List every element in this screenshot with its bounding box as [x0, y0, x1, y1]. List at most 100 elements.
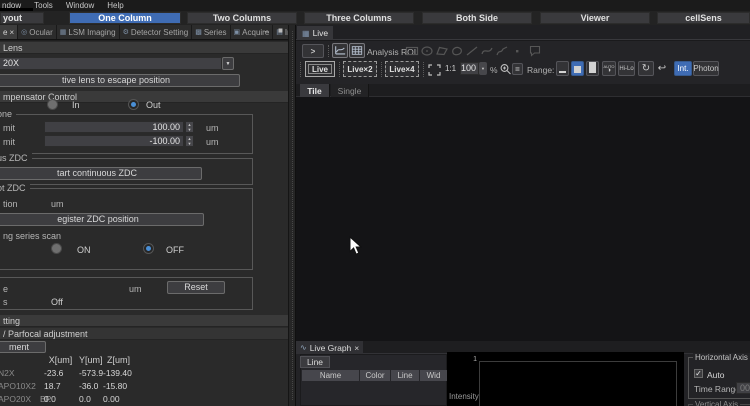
- column-header-name[interactable]: Name: [302, 370, 359, 381]
- layout-button-one-column[interactable]: One Column: [69, 12, 181, 24]
- oneshot-zdc-legend: ot ZDC: [0, 183, 30, 194]
- play-button[interactable]: >: [302, 44, 324, 58]
- tab-tile[interactable]: Tile: [300, 84, 330, 97]
- histogram-refresh-icon[interactable]: ↻: [638, 61, 654, 76]
- spin-down-icon[interactable]: ▼: [188, 127, 192, 132]
- range-low-button[interactable]: [556, 61, 569, 76]
- x-value: 0.0: [44, 394, 77, 404]
- lens-name: APO10X2: [0, 381, 36, 391]
- zoom-dropdown-icon[interactable]: ▼: [479, 62, 487, 75]
- tab-line[interactable]: Line: [300, 356, 330, 368]
- menu-item-window[interactable]: Window: [66, 1, 94, 10]
- menu-item-tools[interactable]: Tools: [34, 1, 53, 10]
- upper-limit-spinner[interactable]: ▲▼: [185, 121, 194, 133]
- panel-dock-icon[interactable]: ◼: [278, 27, 283, 34]
- live-tab-label: Live: [313, 28, 329, 38]
- roi-polyline-icon[interactable]: [495, 44, 509, 57]
- live-x4-button[interactable]: Live×4: [385, 61, 419, 77]
- tab-series[interactable]: ▩ Series: [192, 25, 230, 39]
- toolbar-grip[interactable]: [381, 62, 382, 77]
- register-zdc-position-button[interactable]: egister ZDC position: [0, 213, 204, 226]
- toolbar-grip[interactable]: [339, 62, 340, 77]
- live-image-canvas[interactable]: [296, 97, 750, 341]
- roi-freehand-icon[interactable]: [450, 44, 464, 57]
- upper-limit-unit: um: [206, 123, 219, 133]
- y-value: -36.0: [79, 381, 102, 391]
- ocular-icon: ◎: [21, 28, 27, 36]
- zoom-value-input[interactable]: 100: [460, 62, 479, 75]
- layout-button-cellsens[interactable]: cellSens: [657, 12, 750, 24]
- toolbar-grip[interactable]: [328, 45, 329, 57]
- lower-limit-spinner[interactable]: ▲▼: [185, 135, 194, 147]
- tab-series-label: Series: [204, 28, 227, 37]
- lens-dropdown-arrow-icon[interactable]: ▼: [222, 57, 234, 70]
- chart-tool-button[interactable]: [332, 43, 348, 58]
- undo-icon[interactable]: ↩: [656, 61, 668, 76]
- lens-dropdown[interactable]: 20X: [0, 57, 222, 70]
- gear-icon: ⚙: [123, 28, 129, 36]
- range-high-button[interactable]: [586, 61, 599, 76]
- layout-button-two-columns[interactable]: Two Columns: [187, 12, 297, 24]
- live-graph-close-icon[interactable]: ×: [354, 343, 359, 353]
- roi-point-icon[interactable]: [510, 44, 524, 57]
- one-to-one-button[interactable]: 1:1: [443, 62, 458, 75]
- roi-ellipse-icon[interactable]: [420, 44, 434, 57]
- intensity-mode-button[interactable]: Int.: [674, 61, 692, 76]
- column-header-line[interactable]: Line: [391, 370, 419, 381]
- layout-button-layout[interactable]: yout: [0, 12, 44, 24]
- tab-ocular[interactable]: ◎ Ocular: [18, 25, 57, 39]
- tab-live-graph[interactable]: ∿ Live Graph ×: [296, 341, 363, 354]
- reset-button[interactable]: Reset: [167, 281, 225, 294]
- roi-label-icon[interactable]: [528, 44, 542, 57]
- series-scan-label: ng series scan: [3, 231, 61, 241]
- layout-button-both-side[interactable]: Both Side: [422, 12, 532, 24]
- photon-mode-button[interactable]: Photon: [693, 61, 719, 76]
- spin-down-icon[interactable]: ▼: [188, 141, 192, 146]
- live-graph-panel: ∿ Live Graph × Line Name Color Line Wid …: [296, 341, 750, 406]
- tab-single[interactable]: Single: [331, 84, 369, 97]
- layout-button-three-columns[interactable]: Three Columns: [304, 12, 414, 24]
- live-button[interactable]: Live: [305, 61, 335, 77]
- range-mid-button[interactable]: [571, 61, 584, 76]
- menu-item-help[interactable]: Help: [107, 1, 123, 10]
- tab-live[interactable]: ▦ Live: [297, 26, 333, 40]
- panel-collapse-icon[interactable]: −: [264, 27, 269, 36]
- radio-in[interactable]: [47, 99, 58, 110]
- radio-off[interactable]: [143, 243, 154, 254]
- high-level-icon: [589, 62, 596, 73]
- auto-range-button[interactable]: AUTO ◑: [602, 61, 616, 76]
- roi-rectangle-icon[interactable]: [405, 44, 419, 57]
- time-range-input[interactable]: 000: [736, 382, 750, 394]
- status-label: s: [3, 297, 8, 307]
- fit-to-window-icon[interactable]: [427, 63, 441, 76]
- auto-checkbox[interactable]: ✓: [694, 369, 703, 378]
- lower-limit-input[interactable]: -100.00: [44, 135, 184, 147]
- zoom-magnifier-icon[interactable]: [498, 63, 512, 76]
- tab-cut-active[interactable]: e ×: [0, 25, 18, 39]
- equalize-button[interactable]: =: [512, 63, 523, 75]
- tab-close-icon[interactable]: ×: [9, 28, 14, 37]
- intensity-plot[interactable]: 1 Intensity: [447, 352, 684, 406]
- hi-lo-button[interactable]: Hi-Lo: [618, 61, 635, 76]
- roi-line-icon[interactable]: [465, 44, 479, 57]
- column-header-width[interactable]: Wid: [420, 370, 447, 381]
- col-header-y: Y[um]: [79, 355, 102, 365]
- toolbar-grip[interactable]: [423, 62, 424, 77]
- grid-tool-button[interactable]: [349, 43, 365, 58]
- upper-limit-input[interactable]: 100.00: [44, 121, 184, 133]
- roi-curve-icon[interactable]: [480, 44, 494, 57]
- roi-polygon-icon[interactable]: [435, 44, 449, 57]
- panel-splitter[interactable]: [288, 25, 296, 406]
- column-header-color[interactable]: Color: [360, 370, 390, 381]
- application-window: ndow Tools Window Help yout One Column T…: [0, 0, 750, 406]
- toolbar-grip[interactable]: [300, 62, 301, 77]
- tab-lsm-imaging[interactable]: ▦ LSM Imaging: [57, 25, 120, 39]
- radio-on[interactable]: [51, 243, 62, 254]
- adjustment-button[interactable]: ment: [0, 341, 46, 353]
- tab-detector-setting[interactable]: ⚙ Detector Setting: [120, 25, 193, 39]
- radio-out[interactable]: [128, 99, 139, 110]
- live-x2-button[interactable]: Live×2: [343, 61, 377, 77]
- escape-position-button[interactable]: tive lens to escape position: [0, 74, 240, 87]
- start-continuous-zdc-button[interactable]: tart continuous ZDC: [0, 167, 202, 180]
- layout-button-viewer[interactable]: Viewer: [540, 12, 650, 24]
